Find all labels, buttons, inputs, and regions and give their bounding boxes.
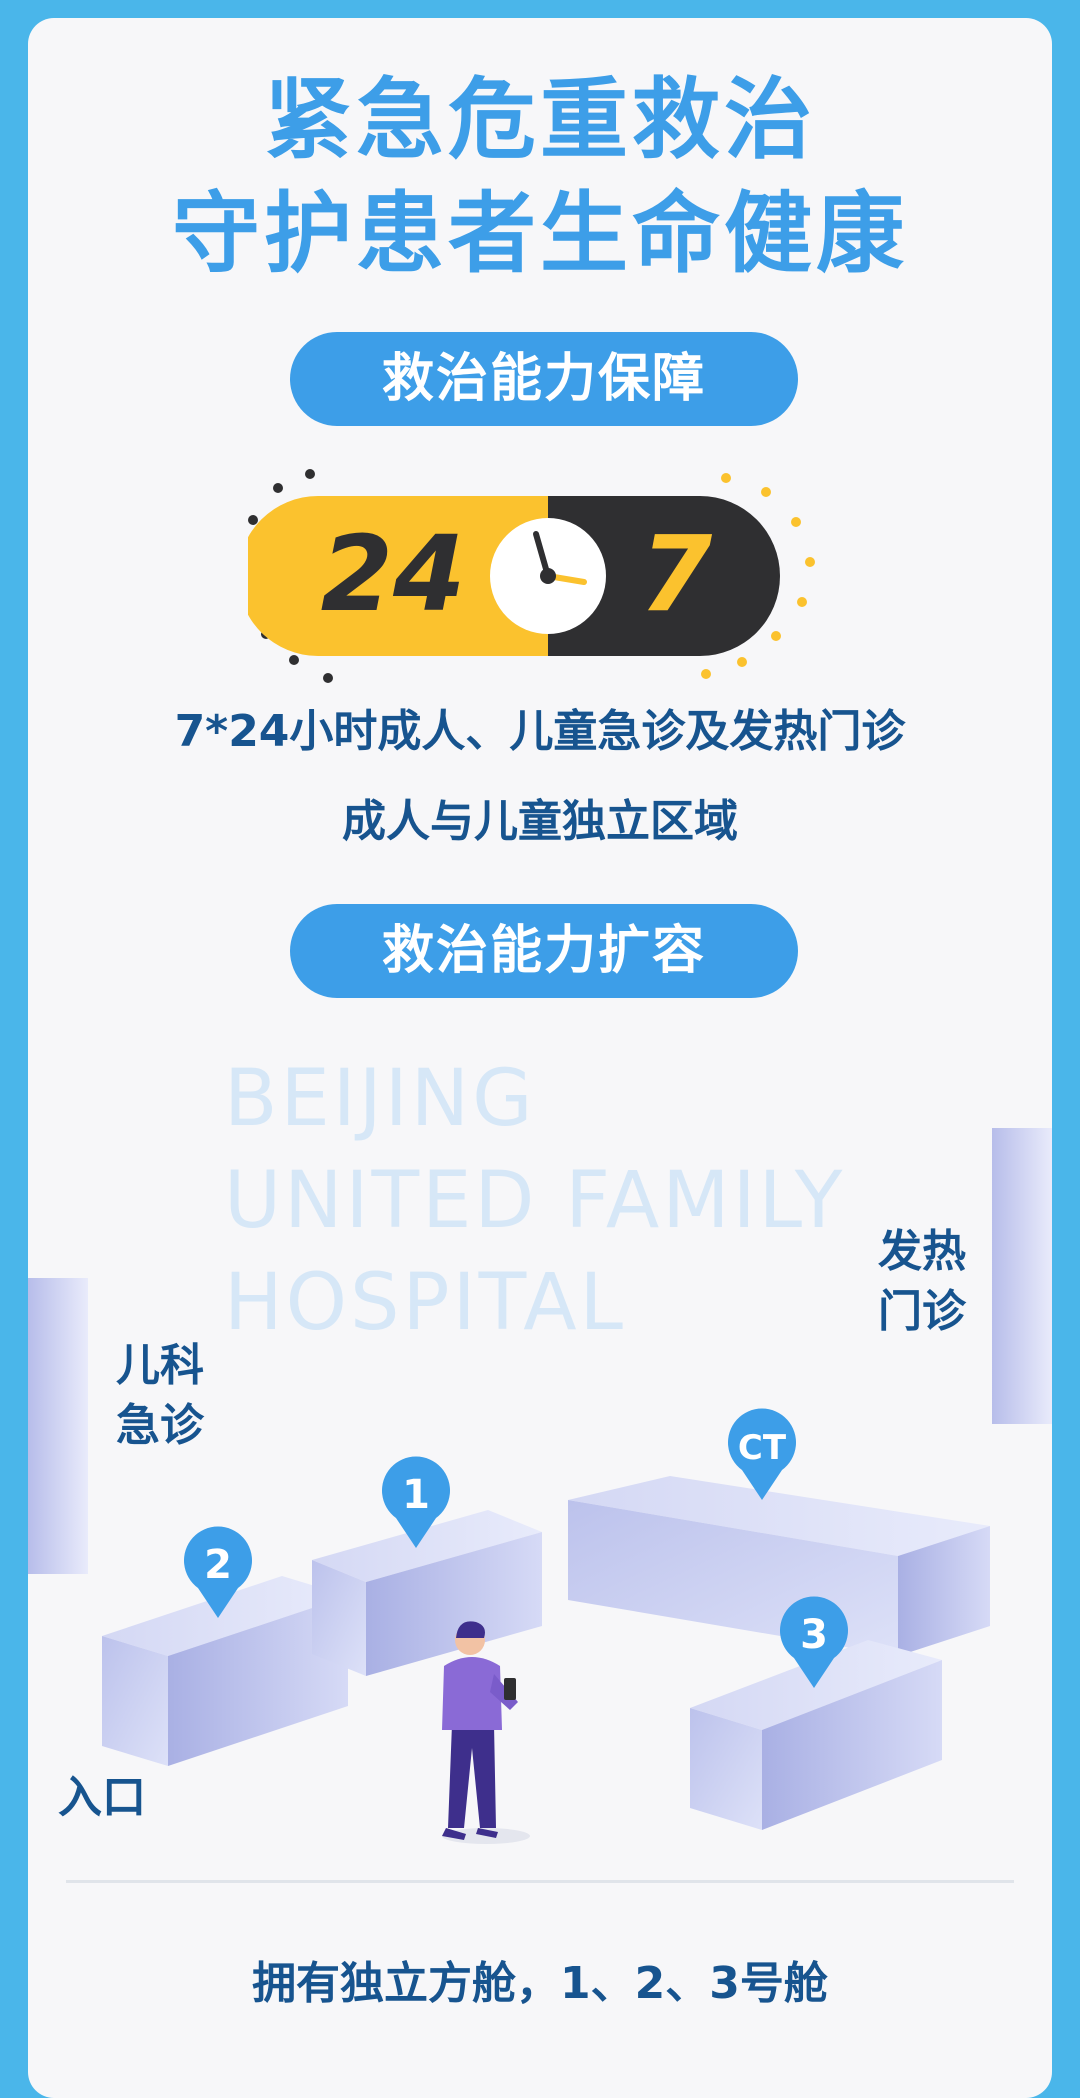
fever-clinic-label: 发热 门诊: [878, 1222, 966, 1342]
pediatric-er-label-line-2: 急诊: [116, 1400, 204, 1451]
person-with-phone-icon: [442, 1621, 530, 1844]
fever-clinic-label-line-2: 门诊: [878, 1286, 966, 1337]
pediatric-er-label-line-1: 儿科: [116, 1340, 204, 1391]
entrance-label: 入口: [58, 1772, 146, 1823]
footer-cabins-text: 拥有独立方舱，1、2、3号舱: [252, 1958, 828, 2009]
divider: [66, 1880, 1014, 1883]
section-pill-capacity-guarantee: 救治能力保障: [290, 332, 798, 426]
fever-clinic-label-line-1: 发热: [878, 1226, 966, 1277]
pin-ct-icon: CT: [727, 1408, 796, 1500]
pin-ct-label: CT: [738, 1428, 787, 1468]
24-7-clock-badge: 24 7: [248, 469, 815, 683]
decorative-panel-right: [992, 1128, 1052, 1424]
main-title-line-2: 守护患者生命健康: [171, 182, 908, 285]
section-pill-capacity-expansion: 救治能力扩容: [290, 904, 798, 998]
pin-1-label: 1: [402, 1472, 430, 1518]
cabin-1: [312, 1510, 542, 1676]
pediatric-er-label: 儿科 急诊: [116, 1336, 204, 1456]
pin-3-label: 3: [800, 1612, 828, 1658]
ct-room: [568, 1476, 990, 1656]
decorative-panel-left: [28, 1278, 88, 1574]
badge-24-text: 24: [321, 513, 466, 635]
separate-areas-text: 成人与儿童独立区域: [342, 796, 738, 847]
service-hours-text: 7*24小时成人、儿童急诊及发热门诊: [174, 706, 906, 757]
pin-2-label: 2: [204, 1542, 232, 1588]
main-title-line-1: 紧急危重救治: [263, 68, 816, 171]
badge-7-text: 7: [640, 513, 713, 635]
content-card: 紧急危重救治 守护患者生命健康 救治能力保障 24 7 7*24小时成人、儿童急…: [28, 18, 1052, 2098]
